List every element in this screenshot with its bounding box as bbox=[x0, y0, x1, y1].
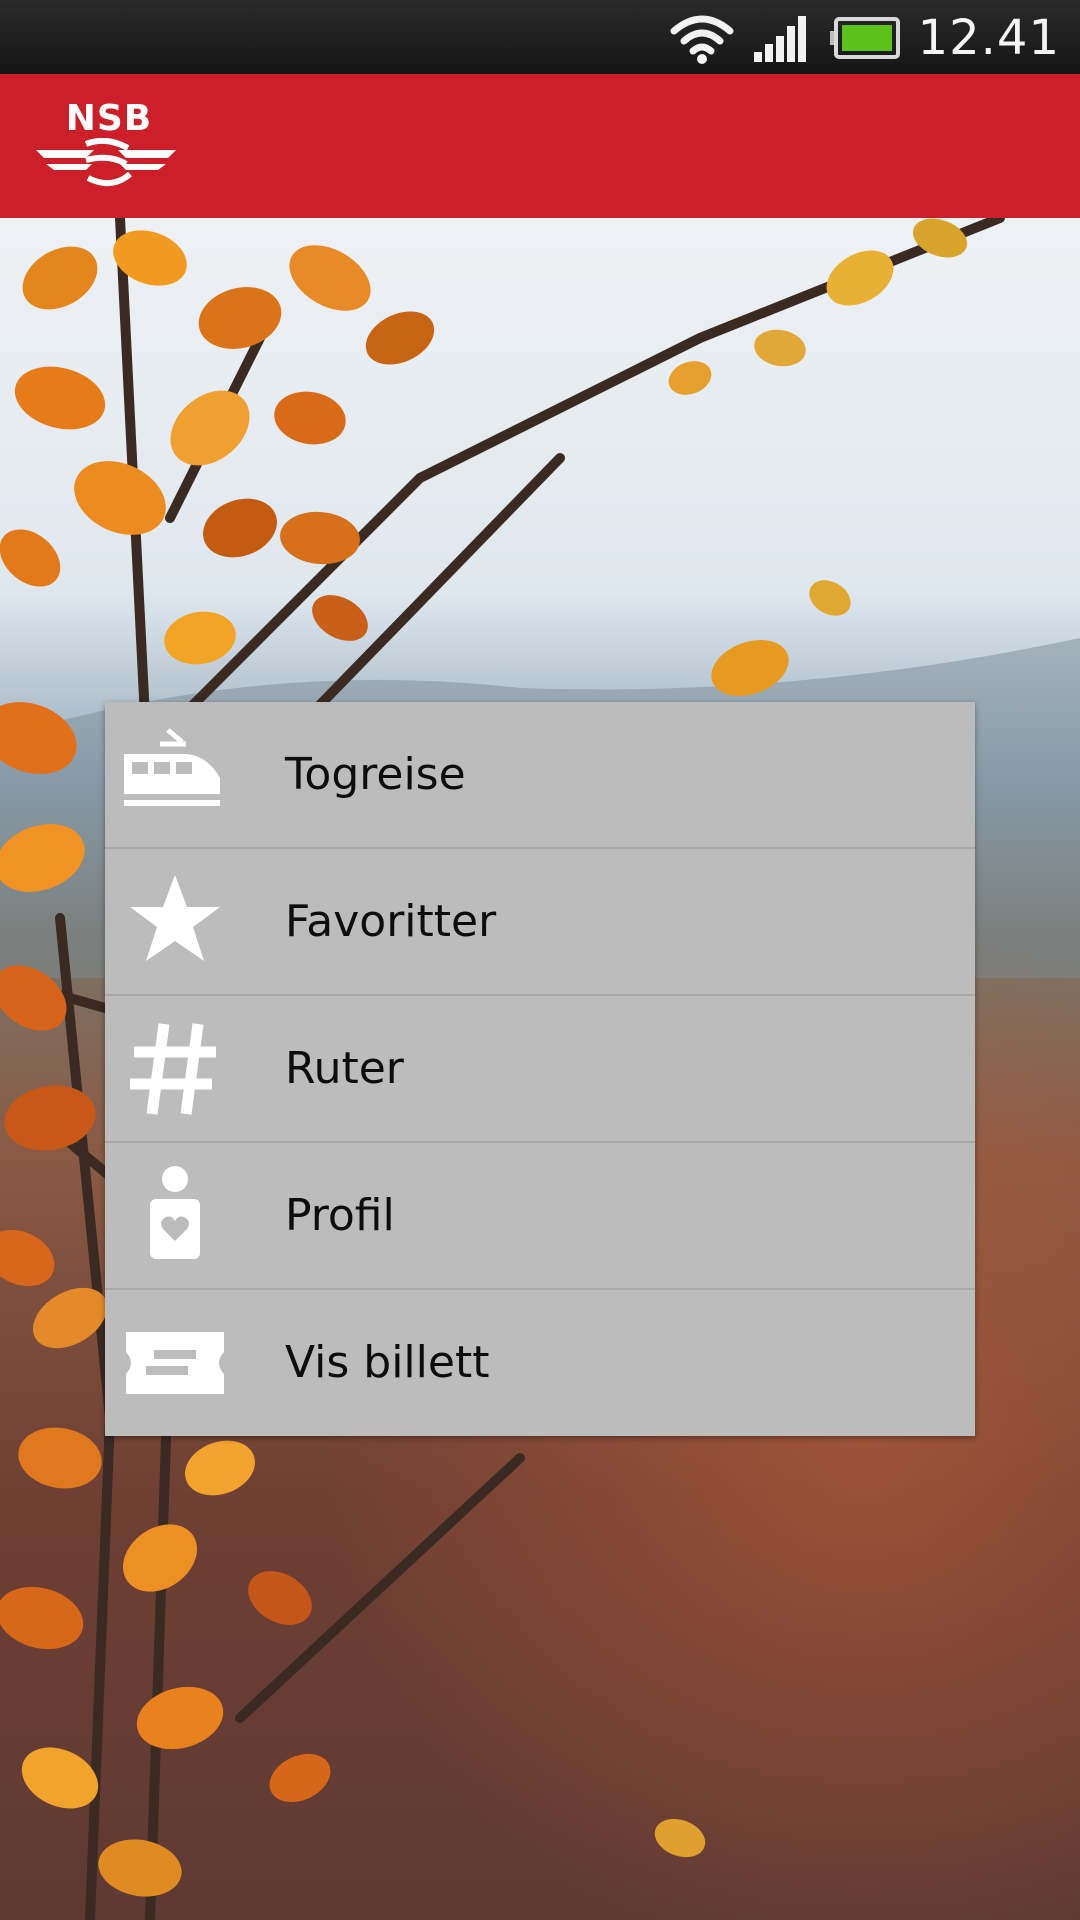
menu-item-profil[interactable]: Profil bbox=[105, 1143, 975, 1290]
main-menu: Togreise Favoritter Ruter Profil Vis bil… bbox=[105, 702, 975, 1436]
status-icons: 12.41 bbox=[670, 8, 1060, 68]
hash-icon bbox=[130, 1023, 216, 1115]
menu-item-togreise[interactable]: Togreise bbox=[105, 702, 975, 849]
menu-item-label: Ruter bbox=[285, 1043, 404, 1094]
menu-item-label: Profil bbox=[285, 1190, 395, 1241]
nsb-logo[interactable]: NSB bbox=[36, 98, 176, 194]
status-time: 12.41 bbox=[917, 10, 1060, 66]
signal-icon bbox=[753, 16, 806, 62]
ticket-icon bbox=[126, 1332, 224, 1394]
train-icon bbox=[124, 728, 220, 806]
battery-icon bbox=[829, 17, 900, 59]
menu-item-ruter[interactable]: Ruter bbox=[105, 996, 975, 1143]
logo-wings-icon bbox=[36, 138, 176, 187]
status-bar: 12.41 bbox=[0, 0, 1080, 76]
star-icon bbox=[130, 875, 220, 961]
menu-item-vis-billett[interactable]: Vis billett bbox=[105, 1290, 975, 1436]
menu-item-label: Togreise bbox=[285, 749, 466, 800]
app-bar: NSB bbox=[0, 74, 1080, 218]
menu-item-label: Favoritter bbox=[285, 896, 497, 947]
wifi-icon bbox=[670, 15, 734, 64]
logo-text: NSB bbox=[65, 98, 153, 139]
profile-icon bbox=[150, 1166, 200, 1259]
menu-item-favoritter[interactable]: Favoritter bbox=[105, 849, 975, 996]
menu-item-label: Vis billett bbox=[285, 1337, 490, 1388]
